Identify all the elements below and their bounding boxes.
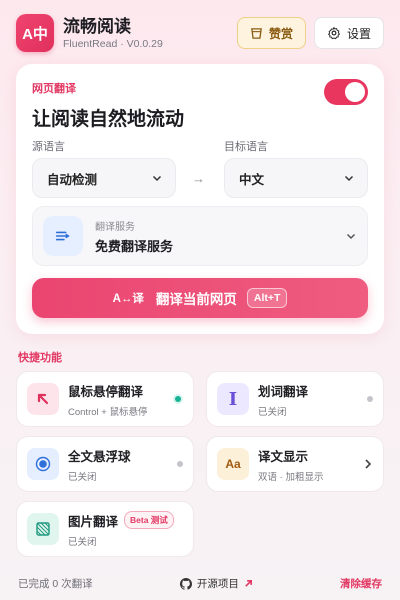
feature-title: 译文显示 <box>258 449 309 464</box>
chevron-right-icon <box>365 459 372 469</box>
status-off-indicator <box>177 461 183 467</box>
app-logo: A中 <box>16 14 54 52</box>
app-version: FluentRead · V0.0.29 <box>63 37 163 50</box>
target-language-value: 中文 <box>239 172 265 187</box>
source-language-select[interactable]: 自动检测 <box>32 158 176 198</box>
translate-icon: A↔译 <box>112 293 144 305</box>
feature-subtitle: Control + 鼠标悬停 <box>68 406 148 418</box>
open-source-link[interactable]: 开源项目 <box>93 576 340 591</box>
translation-count: 已完成 0 次翻译 <box>18 578 93 590</box>
feature-hover-translate[interactable]: 鼠标悬停翻译 Control + 鼠标悬停 <box>16 371 194 427</box>
app-name: 流畅阅读 <box>63 16 131 36</box>
brand: 流畅阅读 FluentRead · V0.0.29 <box>63 17 163 50</box>
feature-title: 划词翻译 <box>258 384 309 399</box>
feature-select-translate[interactable]: I 划词翻译 已关闭 <box>206 371 384 427</box>
arrow-right-icon: → <box>192 171 205 186</box>
feature-subtitle: 双语 · 加粗显示 <box>258 471 324 483</box>
chevron-down-icon <box>152 175 162 182</box>
chevron-down-icon <box>346 233 356 240</box>
translate-page-button[interactable]: A↔译 翻译当前网页 Alt+T <box>32 278 368 318</box>
feature-image-translate[interactable]: 图片翻译 Beta 测试 已关闭 <box>16 501 194 557</box>
image-icon <box>27 513 59 545</box>
source-language-value: 自动检测 <box>47 172 98 187</box>
translation-service-select[interactable]: 翻译服务 免费翻译服务 <box>32 206 368 266</box>
source-language-label: 源语言 <box>32 141 65 153</box>
open-source-label: 开源项目 <box>196 578 239 590</box>
feature-subtitle: 已关闭 <box>258 406 287 418</box>
clear-cache-button[interactable]: 清除缓存 <box>340 576 382 591</box>
target-language-select[interactable]: 中文 <box>224 158 368 198</box>
chevron-down-icon <box>344 175 354 182</box>
status-off-indicator <box>367 396 373 402</box>
card-title: 让阅读自然地流动 <box>32 109 185 130</box>
gear-icon <box>328 26 340 40</box>
feature-translation-display[interactable]: Aa 译文显示 双语 · 加粗显示 <box>206 436 384 492</box>
settings-button[interactable]: 设置 <box>313 17 384 49</box>
target-language-label: 目标语言 <box>224 141 268 153</box>
beta-badge: Beta 测试 <box>124 511 174 529</box>
cursor-arrow-icon <box>27 383 59 415</box>
feature-title: 图片翻译 <box>68 514 119 529</box>
translate-service-icon <box>43 216 83 256</box>
text-cursor-icon: I <box>217 383 249 415</box>
header: A中 流畅阅读 FluentRead · V0.0.29 赞赏 设置 <box>16 14 384 52</box>
translate-toggle[interactable] <box>324 79 368 105</box>
shortcut-badge: Alt+T <box>246 288 288 308</box>
page-translate-card: 网页翻译 让阅读自然地流动 源语言 目标语言 自动检测 → 中文 翻译服务 免费… <box>16 64 384 334</box>
service-value: 免费翻译服务 <box>95 238 174 254</box>
status-on-indicator <box>173 394 183 404</box>
donate-button[interactable]: 赞赏 <box>236 17 306 49</box>
feature-floating-ball[interactable]: 全文悬浮球 已关闭 <box>16 436 194 492</box>
feature-subtitle: 已关闭 <box>68 536 97 548</box>
floating-ball-icon <box>27 448 59 480</box>
font-aa-icon: Aa <box>217 448 249 480</box>
translate-page-label: 翻译当前网页 <box>155 292 237 307</box>
external-link-icon <box>245 579 252 587</box>
feature-subtitle: 已关闭 <box>68 471 97 483</box>
donate-label: 赞赏 <box>268 26 293 41</box>
github-icon <box>179 577 192 590</box>
service-label: 翻译服务 <box>95 221 135 233</box>
toggle-knob <box>345 82 365 102</box>
settings-label: 设置 <box>346 26 371 41</box>
feature-title: 全文悬浮球 <box>68 449 131 464</box>
quick-features-title: 快捷功能 <box>18 352 62 364</box>
footer: 已完成 0 次翻译 开源项目 清除缓存 <box>18 576 382 591</box>
card-tag: 网页翻译 <box>32 83 76 95</box>
cup-icon <box>251 27 262 39</box>
feature-title: 鼠标悬停翻译 <box>68 384 144 399</box>
